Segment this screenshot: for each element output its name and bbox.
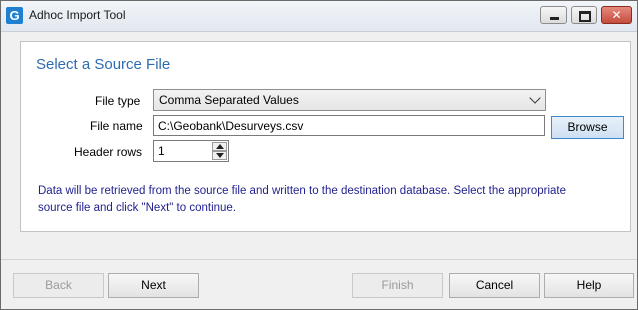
header-rows-stepper[interactable]: 1	[153, 140, 229, 162]
app-icon: G	[6, 7, 23, 24]
back-button[interactable]: Back	[13, 273, 104, 298]
help-button[interactable]: Help	[544, 273, 634, 298]
file-type-dropdown[interactable]: Comma Separated Values	[153, 89, 546, 111]
window-title: Adhoc Import Tool	[29, 8, 126, 22]
file-name-value: C:\Geobank\Desurveys.csv	[158, 119, 304, 133]
close-icon: ✕	[611, 8, 622, 22]
file-type-value: Comma Separated Values	[159, 93, 299, 107]
adhoc-import-window: G Adhoc Import Tool ✕ Select a Source Fi…	[0, 0, 638, 310]
spin-up-icon[interactable]	[212, 142, 227, 151]
file-type-label: File type	[95, 94, 141, 108]
footer-divider	[1, 259, 637, 260]
page-heading: Select a Source File	[36, 56, 171, 73]
chevron-down-icon	[529, 92, 541, 104]
header-rows-value: 1	[158, 144, 165, 158]
next-button[interactable]: Next	[108, 273, 199, 298]
header-rows-label: Header rows	[74, 145, 143, 159]
maximize-icon	[579, 11, 591, 22]
maximize-button[interactable]	[571, 6, 597, 24]
minimize-icon	[550, 17, 559, 20]
file-name-label: File name	[90, 119, 143, 133]
close-button[interactable]: ✕	[601, 6, 632, 24]
file-name-input[interactable]: C:\Geobank\Desurveys.csv	[153, 115, 545, 136]
title-bar[interactable]: G Adhoc Import Tool ✕	[1, 1, 637, 32]
info-text: Data will be retrieved from the source f…	[38, 185, 567, 214]
finish-button[interactable]: Finish	[352, 273, 443, 298]
minimize-button[interactable]	[540, 6, 567, 24]
spin-down-icon[interactable]	[212, 151, 227, 160]
browse-button[interactable]: Browse	[551, 116, 624, 139]
cancel-button[interactable]: Cancel	[449, 273, 540, 298]
